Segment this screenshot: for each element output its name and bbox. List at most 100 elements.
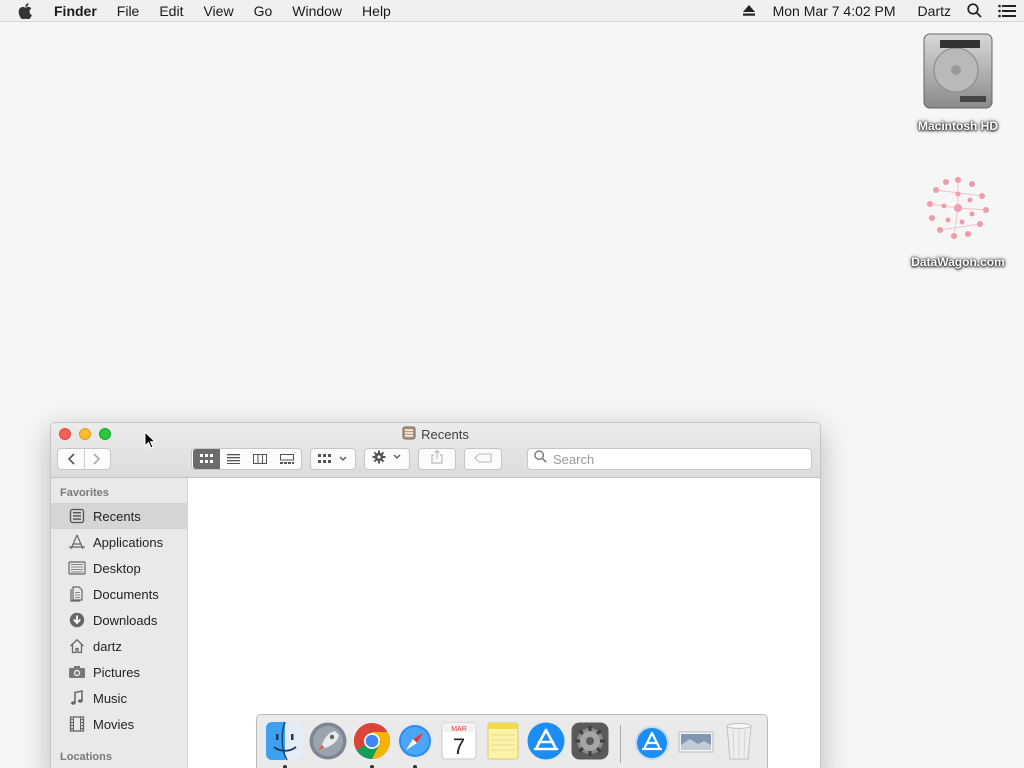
- datawagon-logo-icon: [920, 177, 996, 250]
- menu-clock[interactable]: Mon Mar 7 4:02 PM: [773, 3, 896, 19]
- mouse-cursor: [144, 430, 157, 454]
- finder-sidebar: Favorites Recents Applications Desktop D…: [51, 478, 188, 768]
- calendar-day: 7: [453, 734, 465, 759]
- applications-folder-icon: [632, 721, 672, 766]
- menu-go[interactable]: Go: [244, 0, 283, 22]
- app-store-icon: [526, 721, 566, 766]
- navigation-group: [57, 448, 111, 470]
- downloads-icon: [68, 611, 86, 629]
- window-title: Recents: [51, 426, 820, 443]
- system-preferences-icon: [570, 721, 610, 766]
- sidebar-item-downloads[interactable]: Downloads: [51, 607, 187, 633]
- share-icon: [431, 449, 443, 469]
- recents-icon: [68, 507, 86, 525]
- menu-bar: Finder File Edit View Go Window Help Mon…: [0, 0, 1024, 22]
- preview-image-icon: [676, 721, 716, 766]
- notification-center-icon[interactable]: [998, 4, 1016, 18]
- sidebar-item-pictures[interactable]: Pictures: [51, 659, 187, 685]
- sidebar-item-label: Movies: [93, 716, 135, 732]
- sidebar-item-recents[interactable]: Recents: [51, 503, 187, 529]
- launchpad-icon: [308, 721, 348, 766]
- home-icon: [68, 637, 86, 655]
- action-gear-button[interactable]: [364, 448, 410, 470]
- sidebar-item-label: Pictures: [93, 664, 140, 680]
- tags-button[interactable]: [464, 448, 502, 470]
- search-input[interactable]: [553, 451, 793, 467]
- dock-item-app-store[interactable]: [524, 721, 568, 768]
- sidebar-heading-locations: Locations: [60, 751, 112, 763]
- sidebar-heading-favorites: Favorites: [60, 487, 109, 499]
- dock-item-safari[interactable]: [394, 721, 438, 768]
- sidebar-item-home[interactable]: dartz: [51, 633, 187, 659]
- search-field[interactable]: [527, 448, 812, 470]
- icon-view-button[interactable]: [192, 449, 220, 469]
- sidebar-item-movies[interactable]: Movies: [51, 711, 187, 737]
- dock-item-system-preferences[interactable]: [568, 721, 612, 768]
- finder-titlebar[interactable]: Recents: [51, 423, 820, 478]
- menu-user[interactable]: Dartz: [918, 3, 951, 19]
- sidebar-item-label: Recents: [93, 508, 141, 524]
- dock-item-finder[interactable]: [263, 721, 307, 768]
- menu-window[interactable]: Window: [282, 0, 352, 22]
- finder-icon: [265, 721, 305, 766]
- movies-icon: [68, 715, 86, 733]
- dock-separator: [620, 725, 622, 763]
- window-title-text: Recents: [421, 427, 469, 442]
- back-button[interactable]: [58, 449, 84, 469]
- sidebar-item-label: Applications: [93, 534, 164, 550]
- desktop-icon: [68, 559, 86, 577]
- search-icon: [534, 450, 547, 468]
- documents-icon: [68, 585, 86, 603]
- dock-item-preview[interactable]: [674, 721, 718, 768]
- gear-icon: [372, 450, 402, 469]
- desktop-icon-label: DataWagon.com: [911, 255, 1005, 269]
- chrome-icon: [352, 721, 392, 766]
- desktop-icon-macintosh-hd[interactable]: Macintosh HD: [903, 30, 1013, 133]
- music-icon: [68, 689, 86, 707]
- tag-icon: [474, 450, 492, 468]
- dock-item-applications-folder[interactable]: [630, 721, 674, 768]
- sidebar-item-label: Desktop: [93, 560, 141, 576]
- applications-icon: [68, 533, 86, 551]
- notes-icon: [485, 721, 521, 766]
- hard-drive-icon: [920, 33, 996, 114]
- sidebar-item-label: Documents: [93, 586, 159, 602]
- trash-icon: [721, 721, 757, 766]
- dock: MAR 7: [256, 714, 768, 768]
- dock-item-chrome[interactable]: [350, 721, 394, 768]
- arrange-button[interactable]: [310, 448, 356, 470]
- dock-item-trash[interactable]: [717, 721, 761, 768]
- menu-file[interactable]: File: [107, 0, 150, 22]
- pictures-icon: [68, 663, 86, 681]
- sidebar-item-label: dartz: [93, 638, 122, 654]
- sidebar-item-desktop[interactable]: Desktop: [51, 555, 187, 581]
- calendar-icon: MAR 7: [440, 721, 478, 766]
- menu-help[interactable]: Help: [352, 0, 401, 22]
- menu-view[interactable]: View: [193, 0, 243, 22]
- dock-item-launchpad[interactable]: [307, 721, 351, 768]
- gallery-view-button[interactable]: [274, 449, 301, 469]
- sidebar-item-documents[interactable]: Documents: [51, 581, 187, 607]
- apple-icon[interactable]: [18, 2, 40, 19]
- desktop-icon-label: Macintosh HD: [917, 119, 998, 133]
- dock-item-notes[interactable]: [481, 721, 525, 768]
- recents-icon: [402, 426, 416, 443]
- menu-edit[interactable]: Edit: [149, 0, 193, 22]
- list-view-button[interactable]: [220, 449, 247, 469]
- sidebar-item-music[interactable]: Music: [51, 685, 187, 711]
- calendar-month: MAR: [451, 726, 467, 733]
- sidebar-item-label: Downloads: [93, 612, 158, 628]
- menu-app-name[interactable]: Finder: [54, 0, 107, 22]
- safari-icon: [395, 721, 435, 766]
- column-view-button[interactable]: [247, 449, 274, 469]
- forward-button[interactable]: [83, 449, 110, 469]
- eject-icon[interactable]: [742, 5, 755, 16]
- share-button[interactable]: [418, 448, 456, 470]
- view-mode-group: [191, 448, 302, 470]
- finder-toolbar: [57, 448, 812, 470]
- sidebar-item-label: Music: [93, 690, 127, 706]
- sidebar-item-applications[interactable]: Applications: [51, 529, 187, 555]
- desktop-icon-datawagon[interactable]: DataWagon.com: [903, 170, 1013, 269]
- spotlight-icon[interactable]: [967, 3, 982, 18]
- dock-item-calendar[interactable]: MAR 7: [437, 721, 481, 768]
